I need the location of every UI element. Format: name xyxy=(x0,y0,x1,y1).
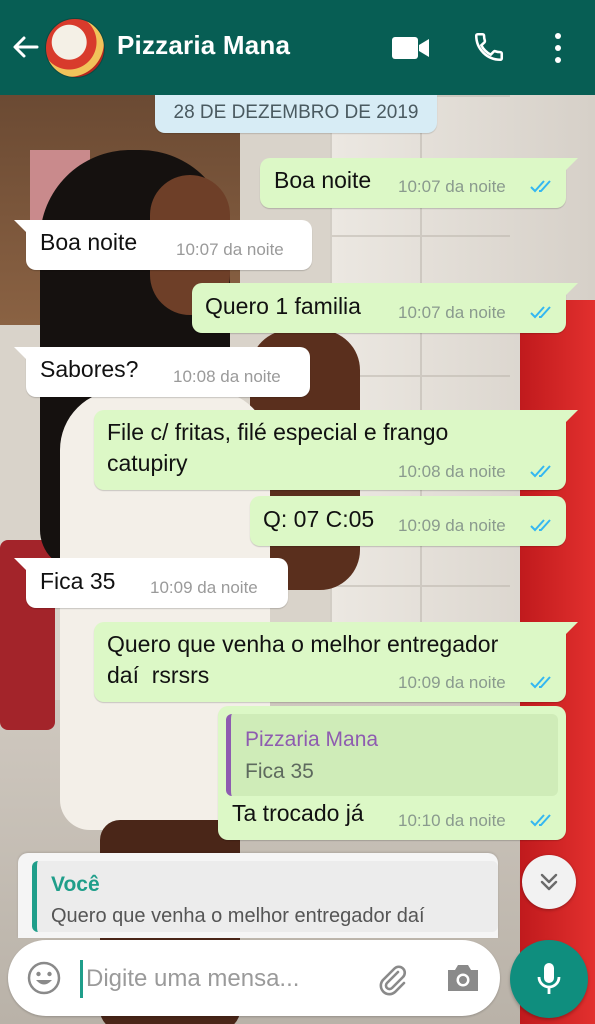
message-text: Q: 07 C:05 xyxy=(263,506,375,532)
message-time: 10:07 da noite xyxy=(398,177,506,196)
reply-preview-content: Você Quero que venha o melhor entregador… xyxy=(32,861,498,932)
quoted-author: Pizzaria Mana xyxy=(245,728,379,751)
video-call-icon[interactable] xyxy=(392,36,430,60)
message-text: Boa noite xyxy=(274,167,372,193)
camera-icon[interactable] xyxy=(445,962,481,994)
emoji-icon[interactable] xyxy=(26,960,62,996)
scroll-to-bottom-button[interactable] xyxy=(522,855,576,909)
message-text: Sabores? xyxy=(40,356,139,382)
message-time: 10:10 da noite xyxy=(398,811,506,830)
outgoing-message[interactable]: Q: 07 C:05 10:09 da noite xyxy=(250,496,566,546)
message-time: 10:09 da noite xyxy=(398,516,506,535)
phone-icon[interactable] xyxy=(472,30,506,64)
outgoing-message[interactable]: Pizzaria Mana Fica 35 Ta trocado já 10:1… xyxy=(218,706,566,840)
double-chevron-down-icon xyxy=(540,873,558,891)
message-input[interactable] xyxy=(84,958,358,1000)
outgoing-message[interactable]: File c/ fritas, filé especial e frango c… xyxy=(94,410,578,490)
message-time: 10:07 da noite xyxy=(398,303,506,322)
microphone-icon xyxy=(537,963,561,994)
contact-name[interactable]: Pizzaria Mana xyxy=(117,30,290,61)
message-text: Boa noite xyxy=(40,229,138,255)
read-receipt-icon xyxy=(530,814,551,827)
read-receipt-icon xyxy=(530,180,551,193)
back-arrow-icon[interactable] xyxy=(10,32,40,62)
reply-author: Você xyxy=(51,873,100,896)
reply-preview[interactable]: Você Quero que venha o melhor entregador… xyxy=(18,853,498,938)
chat-header: Pizzaria Mana xyxy=(0,0,595,95)
paperclip-icon[interactable] xyxy=(374,960,410,996)
read-receipt-icon xyxy=(530,519,551,532)
read-receipt-icon xyxy=(530,306,551,319)
incoming-message[interactable]: Boa noite 10:07 da noite xyxy=(14,220,312,270)
incoming-message[interactable]: Sabores? 10:08 da noite xyxy=(14,347,310,397)
contact-avatar[interactable] xyxy=(45,18,105,78)
incoming-message[interactable]: Fica 35 10:09 da noite xyxy=(14,558,288,608)
outgoing-message[interactable]: Quero 1 familia 10:07 da noite xyxy=(192,283,578,333)
mic-button[interactable] xyxy=(510,940,588,1018)
message-composer xyxy=(8,940,500,1016)
message-time: 10:08 da noite xyxy=(398,462,506,481)
message-text: Ta trocado já xyxy=(232,800,364,826)
quoted-text: Fica 35 xyxy=(245,760,314,783)
message-text: Quero 1 familia xyxy=(205,293,361,319)
reply-text: Quero que venha o melhor entregador daí xyxy=(51,905,425,927)
outgoing-message[interactable]: Boa noite 10:07 da noite xyxy=(260,158,578,208)
message-time: 10:09 da noite xyxy=(150,578,258,597)
quoted-message[interactable]: Pizzaria Mana Fica 35 xyxy=(226,714,558,796)
message-time: 10:07 da noite xyxy=(176,240,284,259)
text-cursor xyxy=(80,960,83,998)
message-time: 10:08 da noite xyxy=(173,367,281,386)
more-vertical-icon[interactable] xyxy=(547,30,569,66)
read-receipt-icon xyxy=(530,465,551,478)
outgoing-message[interactable]: Quero que venha o melhor entregador daí … xyxy=(94,622,578,702)
message-text: Fica 35 xyxy=(40,568,116,594)
message-time: 10:09 da noite xyxy=(398,673,506,692)
read-receipt-icon xyxy=(530,676,551,689)
date-divider: 28 DE DEZEMBRO DE 2019 xyxy=(155,95,437,133)
